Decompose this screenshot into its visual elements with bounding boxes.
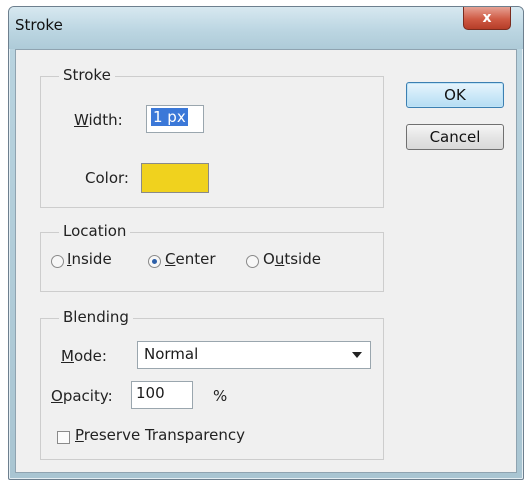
preserve-transparency-label[interactable]: Preserve Transparency [75,426,245,444]
blending-group-legend: Blending [59,308,133,326]
preserve-label-text: reserve Transparency [83,426,245,444]
mode-value: Normal [144,345,199,363]
width-input[interactable]: 1 px [146,105,204,133]
cancel-button[interactable]: Cancel [406,124,504,150]
title-bar[interactable]: Stroke x [9,7,523,49]
mode-label-mnemonic: M [61,347,74,365]
center-radio[interactable] [148,255,161,268]
close-icon: x [482,10,492,26]
stroke-group-legend: Stroke [59,66,115,84]
color-label: Color: [85,169,129,187]
stroke-dialog: Stroke x Stroke Width: 1 px Color: OK Ca… [8,6,524,480]
center-label-text: enter [175,250,216,268]
width-label-mnemonic: W [74,111,89,129]
preserve-label-mnemonic: P [75,426,84,444]
chevron-down-icon[interactable] [352,352,362,358]
opacity-label: Opacity: [51,387,113,405]
width-label: Width: [74,111,123,129]
outside-label-mnemonic: u [274,250,285,268]
center-label-mnemonic: C [165,250,176,268]
close-button[interactable]: x [463,7,511,30]
ok-button[interactable]: OK [406,82,504,108]
dialog-client-area: Stroke Width: 1 px Color: OK Cancel Loca… [15,49,517,473]
preserve-transparency-checkbox[interactable] [57,431,70,444]
inside-label-text: nside [71,250,112,268]
inside-label[interactable]: Inside [67,250,112,268]
outside-label-text: tside [284,250,321,268]
width-value: 1 px [151,108,188,126]
outside-label-pre: O [263,250,275,268]
blending-group: Blending Mode: Normal Opacity: 100 % Pre… [40,308,384,460]
center-label[interactable]: Center [165,250,216,268]
color-swatch[interactable] [141,163,209,193]
stroke-group: Stroke Width: 1 px Color: [40,66,384,208]
outside-radio[interactable] [246,255,259,268]
opacity-input[interactable]: 100 [131,381,193,409]
mode-select[interactable]: Normal [137,341,371,369]
width-label-text: idth: [88,111,123,129]
location-group-legend: Location [59,222,131,240]
outside-label[interactable]: Outside [263,250,321,268]
mode-label-text: ode: [73,347,107,365]
opacity-label-mnemonic: O [51,387,63,405]
mode-label: Mode: [61,347,107,365]
opacity-value: 100 [136,384,165,402]
opacity-unit: % [213,387,228,405]
opacity-label-text: pacity: [62,387,113,405]
inside-radio[interactable] [51,255,64,268]
location-group: Location Inside Center Outside [40,222,384,292]
dialog-title: Stroke [15,16,63,34]
